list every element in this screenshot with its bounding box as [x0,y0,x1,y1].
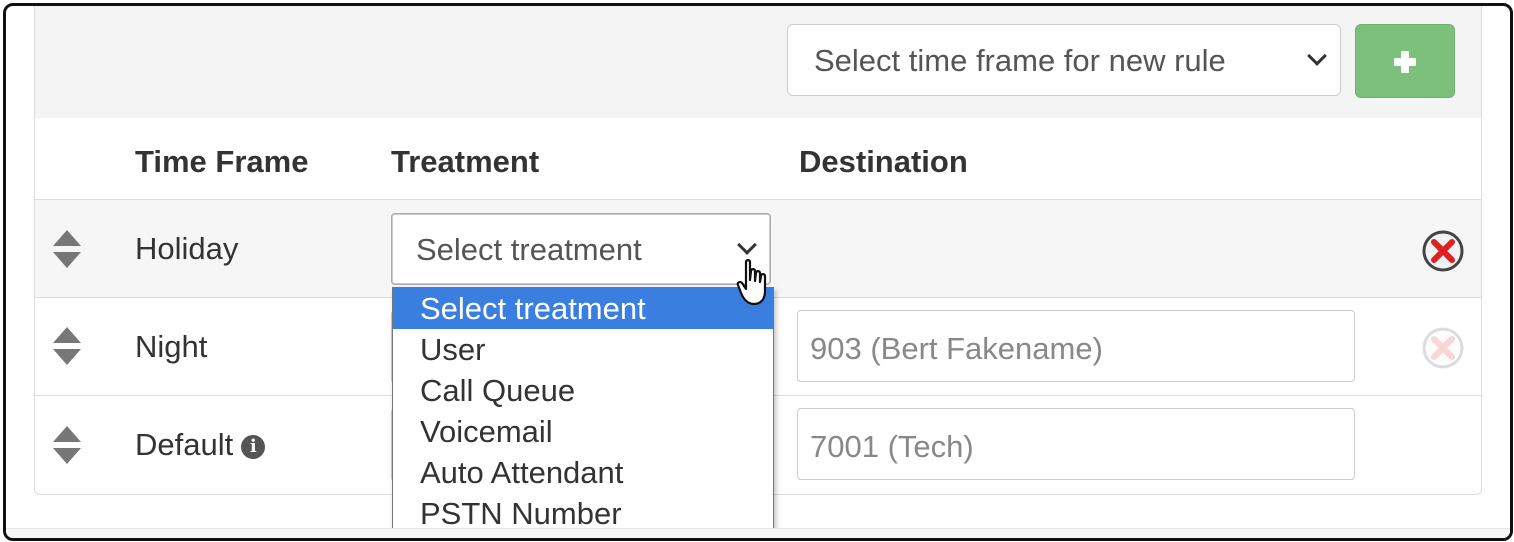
chevron-down-icon [737,235,757,255]
delete-circle-x-icon[interactable] [1421,229,1465,273]
destination-value: 7001 (Tech) [810,429,974,464]
chevron-down-icon [1307,46,1327,66]
column-header-destination: Destination [799,144,968,179]
dropdown-option-voicemail[interactable]: Voicemail [393,411,773,452]
info-icon[interactable]: i [241,435,266,459]
bottom-strip [6,528,1510,538]
sort-arrows-icon[interactable] [53,327,81,367]
dropdown-option-select-treatment[interactable]: Select treatment [393,288,773,329]
hand-pointer-cursor-icon [736,259,767,306]
treatment-select-open[interactable]: Select treatment [391,213,771,285]
column-header-treatment: Treatment [391,144,540,179]
treatment-select-value: Select treatment [416,232,642,267]
window-frame: Select time frame for new rule Time Fram… [3,3,1513,541]
column-header-time-frame: Time Frame [135,144,309,179]
treatment-dropdown-list: Select treatment User Call Queue Voicema… [392,287,774,537]
time-frame-select-value: Select time frame for new rule [814,43,1226,78]
rules-toolbar: Select time frame for new rule [35,6,1481,118]
time-frame-label: Night [135,329,208,364]
time-frame-text: Default [135,427,234,462]
dropdown-option-auto-attendant[interactable]: Auto Attendant [393,452,773,493]
dropdown-option-call-queue[interactable]: Call Queue [393,370,773,411]
sort-arrows-icon[interactable] [53,426,81,466]
destination-input[interactable]: 903 (Bert Fakename) [797,310,1355,382]
add-rule-button[interactable] [1355,24,1455,98]
dropdown-option-user[interactable]: User [393,329,773,370]
destination-input[interactable]: 7001 (Tech) [797,408,1355,480]
delete-circle-x-icon [1422,327,1464,369]
destination-value: 903 (Bert Fakename) [810,331,1103,366]
time-frame-label: Default i [135,427,266,463]
time-frame-label: Holiday [135,231,239,266]
time-frame-select[interactable]: Select time frame for new rule [787,24,1341,96]
sort-arrows-icon[interactable] [53,230,81,270]
